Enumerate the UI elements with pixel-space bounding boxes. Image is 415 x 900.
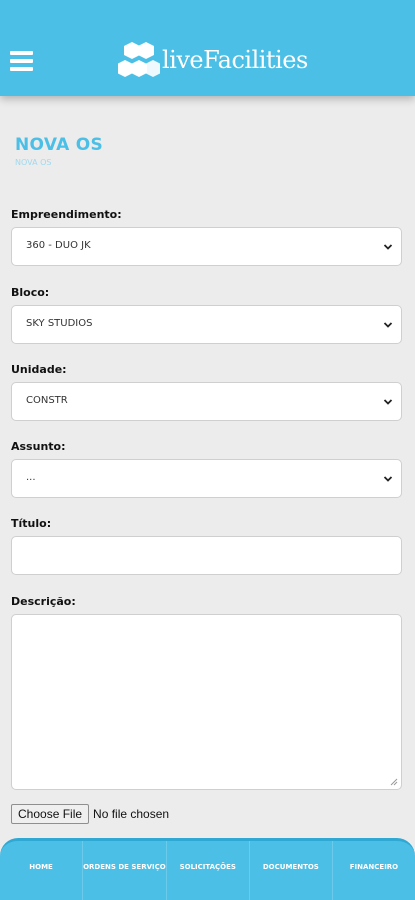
nav-documentos[interactable]: DOCUMENTOS: [250, 841, 333, 900]
file-status: No file chosen: [93, 807, 170, 821]
bottom-nav: HOME ORDENS DE SERVIÇO SOLICITAÇÕES DOCU…: [0, 838, 415, 900]
bloco-label: Bloco:: [11, 286, 50, 299]
unidade-select[interactable]: CONSTR: [11, 382, 402, 421]
empreendimento-label: Empreendimento:: [11, 208, 122, 221]
descricao-label: Descrição:: [11, 595, 76, 608]
assunto-label: Assunto:: [11, 440, 66, 453]
nav-ordens-de-servico[interactable]: ORDENS DE SERVIÇO: [83, 841, 167, 900]
assunto-value: ...: [26, 472, 36, 483]
menu-icon[interactable]: [10, 51, 33, 71]
chevron-down-icon: [383, 322, 393, 328]
bloco-value: SKY STUDIOS: [26, 318, 93, 329]
empreendimento-select[interactable]: 360 - DUO JK: [11, 227, 402, 266]
nav-financeiro[interactable]: FINANCEIRO: [333, 841, 415, 900]
page-title: NOVA OS: [15, 135, 104, 155]
empreendimento-value: 360 - DUO JK: [26, 240, 91, 251]
descricao-textarea[interactable]: [11, 614, 402, 790]
unidade-label: Unidade:: [11, 363, 67, 376]
chevron-down-icon: [383, 244, 393, 250]
file-upload: Choose File No file chosen: [11, 804, 169, 824]
resize-grip-icon[interactable]: [390, 778, 398, 786]
choose-file-button[interactable]: Choose File: [11, 804, 90, 824]
chevron-down-icon: [383, 399, 393, 405]
chevron-down-icon: [383, 476, 393, 482]
unidade-value: CONSTR: [26, 395, 68, 406]
breadcrumb: NOVA OS: [15, 158, 52, 167]
nav-solicitacoes[interactable]: SOLICITAÇÕES: [167, 841, 250, 900]
app-header: liveFacilities: [0, 0, 415, 96]
brand-logo[interactable]: liveFacilities: [118, 38, 308, 82]
nav-home[interactable]: HOME: [0, 841, 84, 900]
assunto-select[interactable]: ...: [11, 459, 402, 498]
titulo-input[interactable]: [11, 536, 402, 575]
titulo-label: Título:: [11, 517, 52, 530]
bloco-select[interactable]: SKY STUDIOS: [11, 305, 402, 344]
hexagon-logo-icon: [118, 42, 160, 77]
brand-name: liveFacilities: [162, 46, 308, 74]
main-content: NOVA OS NOVA OS Empreendimento: 360 - DU…: [0, 96, 415, 846]
